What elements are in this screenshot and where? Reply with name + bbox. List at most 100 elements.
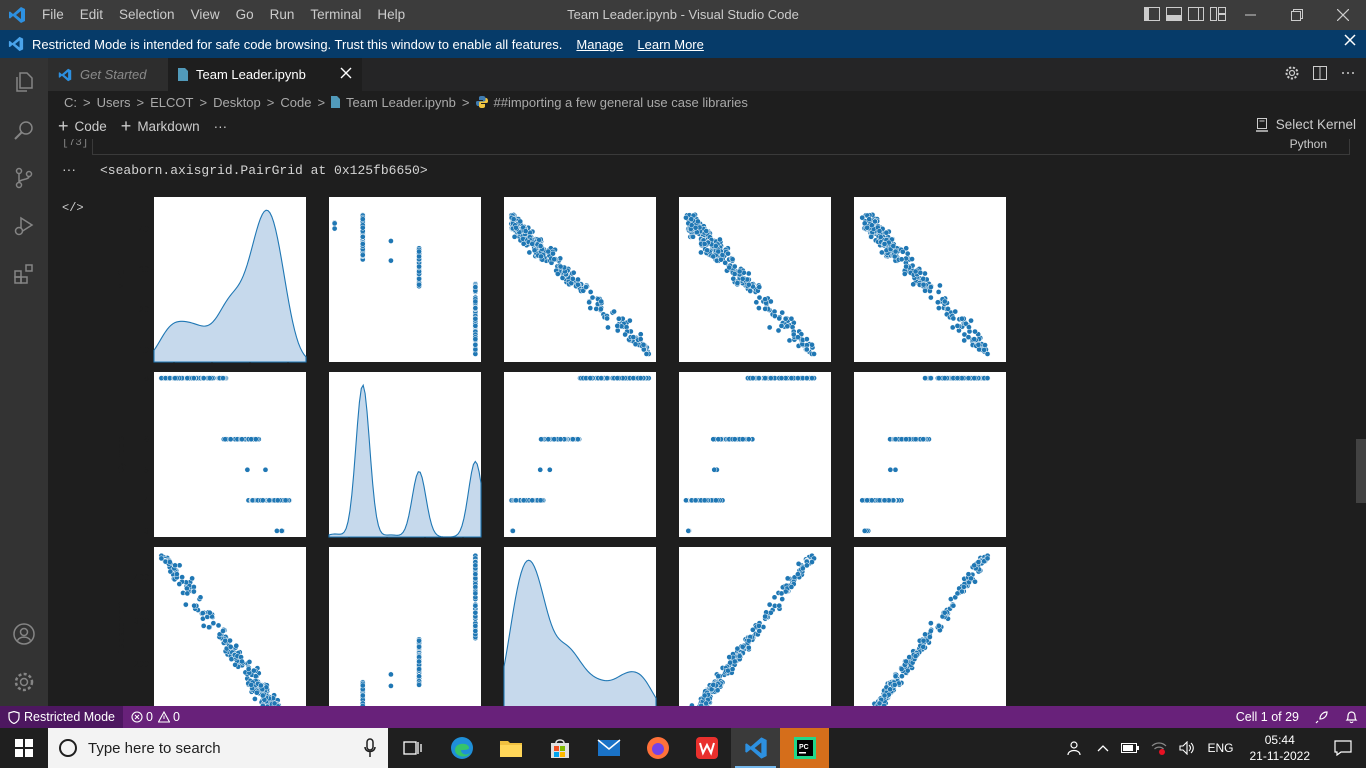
- code-cell-editor[interactable]: Python: [92, 139, 1350, 155]
- cell-position-status[interactable]: Cell 1 of 29: [1228, 706, 1307, 728]
- learn-more-link[interactable]: Learn More: [637, 37, 703, 52]
- scatter-point: [593, 306, 600, 312]
- run-debug-icon[interactable]: [0, 202, 48, 250]
- vertical-scrollbar[interactable]: [1356, 439, 1366, 503]
- scatter-point: [388, 257, 394, 264]
- scatter-point: [935, 375, 942, 381]
- output-mime-type-icon[interactable]: </>: [62, 201, 84, 215]
- scatter-point: [210, 620, 217, 626]
- scatter-point: [222, 436, 229, 443]
- notifications-bell-icon[interactable]: [1337, 706, 1366, 728]
- scatter-point: [569, 275, 576, 282]
- toggle-secondary-sidebar-icon[interactable]: [1188, 6, 1204, 24]
- breadcrumb-desktop[interactable]: Desktop: [213, 95, 261, 110]
- file-explorer-icon[interactable]: [486, 728, 535, 768]
- menu-file[interactable]: File: [34, 0, 72, 30]
- close-tab-icon[interactable]: [340, 67, 352, 82]
- scatter-point: [731, 271, 738, 277]
- menu-help[interactable]: Help: [369, 0, 413, 30]
- more-actions-icon[interactable]: [1340, 65, 1356, 84]
- breadcrumb-code[interactable]: Code: [280, 95, 311, 110]
- restricted-mode-status[interactable]: Restricted Mode: [0, 706, 124, 728]
- menu-run[interactable]: Run: [262, 0, 303, 30]
- microsoft-store-icon[interactable]: [535, 728, 584, 768]
- network-disconnected-icon[interactable]: [1145, 741, 1173, 755]
- select-kernel-button[interactable]: Select Kernel: [1255, 117, 1356, 132]
- more-toolbar-actions-button[interactable]: ···: [214, 119, 228, 134]
- show-hidden-icons-chevron-icon[interactable]: [1091, 744, 1115, 752]
- scatter-point: [928, 628, 934, 634]
- input-language[interactable]: ENG: [1201, 741, 1239, 755]
- menu-edit[interactable]: Edit: [72, 0, 111, 30]
- menu-terminal[interactable]: Terminal: [302, 0, 369, 30]
- close-banner-icon[interactable]: [1344, 34, 1356, 49]
- tab-team-leader-notebook[interactable]: Team Leader.ipynb: [168, 58, 362, 91]
- volume-icon[interactable]: [1173, 741, 1201, 755]
- scatter-point: [750, 375, 756, 381]
- menu-go[interactable]: Go: [228, 0, 262, 30]
- scatter-point: [220, 375, 226, 381]
- cell-language-label[interactable]: Python: [1290, 139, 1327, 151]
- menu-selection[interactable]: Selection: [111, 0, 183, 30]
- menu-view[interactable]: View: [183, 0, 228, 30]
- manage-gear-icon[interactable]: [0, 658, 48, 706]
- scatter-point: [744, 276, 751, 283]
- clock[interactable]: 05:44 21-11-2022: [1240, 732, 1321, 764]
- minimize-icon[interactable]: [1228, 0, 1274, 30]
- taskbar-search-box[interactable]: Type here to search: [48, 728, 388, 768]
- svg-text:PC: PC: [799, 744, 809, 751]
- edge-browser-icon[interactable]: [437, 728, 486, 768]
- search-icon[interactable]: [0, 106, 48, 154]
- people-icon[interactable]: [1061, 740, 1091, 756]
- notebook-settings-gear-icon[interactable]: [1284, 65, 1300, 84]
- source-control-icon[interactable]: [0, 154, 48, 202]
- problems-status[interactable]: 0 0: [123, 706, 188, 728]
- pairplot-panel: [854, 547, 1006, 706]
- scatter-point: [215, 622, 222, 629]
- breadcrumb-drive[interactable]: C:: [64, 95, 77, 110]
- scatter-point: [891, 682, 898, 688]
- windows-start-icon[interactable]: [0, 728, 48, 768]
- extensions-icon[interactable]: [0, 250, 48, 298]
- scatter-point: [538, 436, 544, 443]
- feedback-icon[interactable]: [1307, 706, 1337, 728]
- pycharm-icon[interactable]: PC: [780, 728, 829, 768]
- task-view-icon[interactable]: [388, 728, 437, 768]
- breadcrumb-users[interactable]: Users: [97, 95, 131, 110]
- toggle-panel-icon[interactable]: [1166, 6, 1182, 24]
- manage-link[interactable]: Manage: [576, 37, 623, 52]
- add-markdown-cell-button[interactable]: + Markdown: [121, 117, 200, 135]
- close-window-icon[interactable]: [1320, 0, 1366, 30]
- breadcrumb-cell[interactable]: ##importing a few general use case libra…: [494, 95, 748, 110]
- scatter-point: [778, 375, 785, 381]
- scatter-point: [809, 559, 815, 565]
- tab-get-started[interactable]: Get Started: [48, 58, 168, 91]
- explorer-icon[interactable]: [0, 58, 48, 106]
- vscode-taskbar-icon[interactable]: [731, 728, 780, 768]
- scatter-point: [909, 256, 915, 262]
- y-tick-label: 40: [139, 224, 149, 234]
- scatter-point: [984, 375, 991, 381]
- scatter-point: [416, 658, 422, 665]
- accounts-icon[interactable]: [0, 610, 48, 658]
- scatter-point: [206, 609, 213, 616]
- split-editor-icon[interactable]: [1312, 65, 1328, 84]
- notification-center-icon[interactable]: [1320, 740, 1366, 756]
- battery-icon[interactable]: [1115, 742, 1145, 754]
- mail-icon[interactable]: [584, 728, 633, 768]
- breadcrumb-notebook[interactable]: Team Leader.ipynb: [346, 95, 456, 110]
- firefox-icon[interactable]: [633, 728, 682, 768]
- window-controls: [1228, 0, 1366, 30]
- add-code-cell-button[interactable]: + Code: [58, 117, 107, 135]
- breadcrumb-elcot[interactable]: ELCOT: [150, 95, 193, 110]
- output-actions-button[interactable]: ···: [62, 161, 76, 177]
- microphone-icon[interactable]: [364, 738, 376, 762]
- restore-icon[interactable]: [1274, 0, 1320, 30]
- scatter-point: [232, 661, 238, 668]
- customize-layout-icon[interactable]: [1210, 6, 1226, 24]
- scatter-point: [795, 375, 801, 381]
- toggle-primary-sidebar-icon[interactable]: [1144, 6, 1160, 24]
- scatter-point: [767, 298, 774, 305]
- scatter-point: [472, 305, 479, 311]
- wps-office-icon[interactable]: [682, 728, 731, 768]
